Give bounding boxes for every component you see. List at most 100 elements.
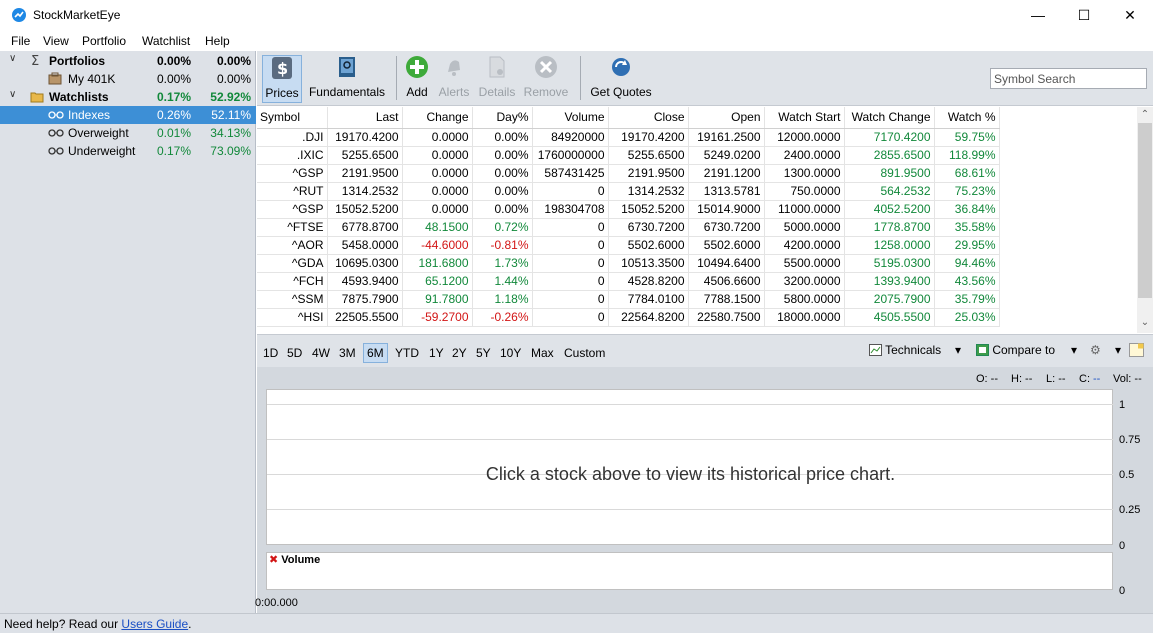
- column-header[interactable]: Last: [327, 107, 403, 129]
- chevron-down-icon[interactable]: ∨: [9, 89, 16, 100]
- remove-button[interactable]: Remove: [523, 55, 569, 103]
- table-row[interactable]: ^GDA 10695.0300 181.6800 1.73% 0 10513.3500 10…: [257, 254, 1000, 273]
- alerts-button[interactable]: Alerts: [437, 55, 471, 103]
- column-header[interactable]: Watch Start: [764, 107, 845, 129]
- add-button[interactable]: Add: [402, 55, 432, 103]
- title-bar: StockMarketEye — ☐ ✕: [0, 0, 1153, 31]
- table-cell: 0.0000: [402, 200, 473, 219]
- gear-icon[interactable]: ⚙: [1090, 343, 1101, 357]
- column-header[interactable]: Open: [688, 107, 765, 129]
- tree-item-watchlists[interactable]: ∨ Watchlists 0.17% 52.92%: [0, 88, 256, 106]
- compare-button[interactable]: Compare to: [976, 343, 1055, 357]
- close-button[interactable]: ✕: [1107, 0, 1153, 31]
- range-5y[interactable]: 5Y: [473, 343, 494, 363]
- get-quotes-button[interactable]: Get Quotes: [589, 55, 653, 103]
- column-header[interactable]: Change: [402, 107, 473, 129]
- table-cell: 1.73%: [472, 254, 533, 273]
- table-cell: 15014.9000: [688, 200, 765, 219]
- book-icon: [335, 55, 359, 79]
- table-row[interactable]: ^GSP 2191.9500 0.0000 0.00% 587431425 2191.95…: [257, 164, 1000, 183]
- table-cell: 1393.9400: [844, 272, 935, 291]
- get-quotes-label: Get Quotes: [590, 85, 652, 99]
- volume-plot[interactable]: ✖ Volume: [266, 552, 1113, 590]
- maximize-button[interactable]: ☐: [1061, 0, 1107, 31]
- table-cell: 1258.0000: [844, 236, 935, 255]
- gridline: [267, 509, 1114, 510]
- note-icon[interactable]: [1129, 343, 1144, 360]
- menu-file[interactable]: File: [11, 34, 30, 48]
- gear-dropdown-icon[interactable]: ▾: [1115, 343, 1121, 357]
- range-custom[interactable]: Custom: [561, 343, 608, 363]
- remove-label: Remove: [523, 85, 569, 99]
- table-row[interactable]: .IXIC 5255.6500 0.0000 0.00% 1760000000 5255.…: [257, 146, 1000, 165]
- sigma-icon: Σ: [30, 54, 44, 69]
- compare-dropdown-icon[interactable]: ▾: [1071, 343, 1077, 357]
- table-cell: -0.26%: [472, 308, 533, 327]
- price-plot[interactable]: Click a stock above to view its historic…: [266, 389, 1114, 545]
- range-6m[interactable]: 6M: [363, 343, 388, 363]
- scroll-down-icon[interactable]: ⌄: [1137, 317, 1153, 328]
- scroll-thumb[interactable]: [1138, 123, 1152, 298]
- chart-range-bar: 1D 5D 4W 3M 6M YTD 1Y 2Y 5Y 10Y Max Cust…: [257, 334, 1153, 367]
- tree-item-my401k[interactable]: My 401K 0.00% 0.00%: [0, 70, 256, 88]
- minimize-button[interactable]: —: [1015, 0, 1061, 31]
- table-row[interactable]: ^SSM 7875.7900 91.7800 1.18% 0 7784.0100 7788.…: [257, 290, 1000, 309]
- day-change: 0.00%: [156, 72, 191, 86]
- range-5d[interactable]: 5D: [284, 343, 305, 363]
- scroll-up-icon[interactable]: ⌃: [1137, 109, 1153, 120]
- menu-help[interactable]: Help: [205, 34, 230, 48]
- range-3m[interactable]: 3M: [336, 343, 359, 363]
- technicals-button[interactable]: Technicals: [869, 343, 941, 357]
- technicals-dropdown-icon[interactable]: ▾: [955, 343, 961, 357]
- table-row[interactable]: ^FCH 4593.9400 65.1200 1.44% 0 4528.8200 4506.…: [257, 272, 1000, 291]
- menu-view[interactable]: View: [43, 34, 69, 48]
- prices-button[interactable]: $ Prices: [262, 55, 302, 103]
- range-1d[interactable]: 1D: [260, 343, 281, 363]
- column-header[interactable]: Day%: [472, 107, 533, 129]
- column-header[interactable]: Watch Change: [844, 107, 935, 129]
- range-2y[interactable]: 2Y: [449, 343, 470, 363]
- fundamentals-button[interactable]: Fundamentals: [307, 55, 387, 103]
- range-1y[interactable]: 1Y: [426, 343, 447, 363]
- table-cell: 84920000: [532, 128, 609, 147]
- table-row[interactable]: ^FTSE 6778.8700 48.1500 0.72% 0 6730.7200 6730…: [257, 218, 1000, 237]
- table-row[interactable]: ^HSI 22505.5500 -59.2700 -0.26% 0 22564.8200 2…: [257, 308, 1000, 327]
- tree-item-underweight[interactable]: Underweight 0.17% 73.09%: [0, 142, 256, 160]
- total-change: 52.92%: [210, 90, 251, 104]
- column-header[interactable]: Symbol: [257, 107, 328, 129]
- column-header[interactable]: Watch %: [934, 107, 1000, 129]
- table-row[interactable]: ^RUT 1314.2532 0.0000 0.00% 0 1314.2532 1313.5…: [257, 182, 1000, 201]
- chevron-down-icon[interactable]: ∨: [9, 53, 16, 64]
- document-icon: [485, 55, 509, 79]
- total-change: 34.13%: [210, 126, 251, 140]
- range-10y[interactable]: 10Y: [497, 343, 524, 363]
- tree-item-overweight[interactable]: Overweight 0.01% 34.13%: [0, 124, 256, 142]
- range-max[interactable]: Max: [528, 343, 557, 363]
- range-ytd[interactable]: YTD: [392, 343, 422, 363]
- remove-indicator-icon[interactable]: ✖: [269, 554, 278, 566]
- table-cell: 15052.5200: [608, 200, 689, 219]
- menu-watchlist[interactable]: Watchlist: [142, 34, 190, 48]
- column-header[interactable]: Close: [608, 107, 689, 129]
- table-row[interactable]: ^GSP 15052.5200 0.0000 0.00% 198304708 15052.…: [257, 200, 1000, 219]
- table-row[interactable]: .DJI 19170.4200 0.0000 0.00% 84920000 19170.4…: [257, 128, 1000, 147]
- table-cell: 1.44%: [472, 272, 533, 291]
- table-cell: 6778.8700: [327, 218, 403, 237]
- table-cell: 10695.0300: [327, 254, 403, 273]
- range-4w[interactable]: 4W: [309, 343, 333, 363]
- table-row[interactable]: ^AOR 5458.0000 -44.6000 -0.81% 0 5502.6000 550…: [257, 236, 1000, 255]
- details-button[interactable]: Details: [477, 55, 517, 103]
- total-change: 0.00%: [216, 54, 251, 68]
- table-cell: 0.00%: [472, 200, 533, 219]
- users-guide-link[interactable]: Users Guide: [121, 617, 188, 631]
- tree-item-indexes[interactable]: Indexes 0.26% 52.11%: [0, 106, 256, 124]
- table-cell: -59.2700: [402, 308, 473, 327]
- toolbar: $ Prices Fundamentals Add Alerts Details…: [257, 51, 1153, 106]
- price-chart-panel: O: -- H: -- L: -- C: -- Vol: -- Click a …: [255, 367, 1153, 613]
- column-header[interactable]: Volume: [532, 107, 609, 129]
- grid-scrollbar[interactable]: ⌃ ⌄: [1137, 107, 1153, 333]
- tree-item-portfolios[interactable]: ∨ Σ Portfolios 0.00% 0.00%: [0, 52, 256, 70]
- app-logo-icon: [12, 8, 26, 22]
- symbol-search-input[interactable]: Symbol Search: [990, 68, 1147, 89]
- menu-portfolio[interactable]: Portfolio: [82, 34, 126, 48]
